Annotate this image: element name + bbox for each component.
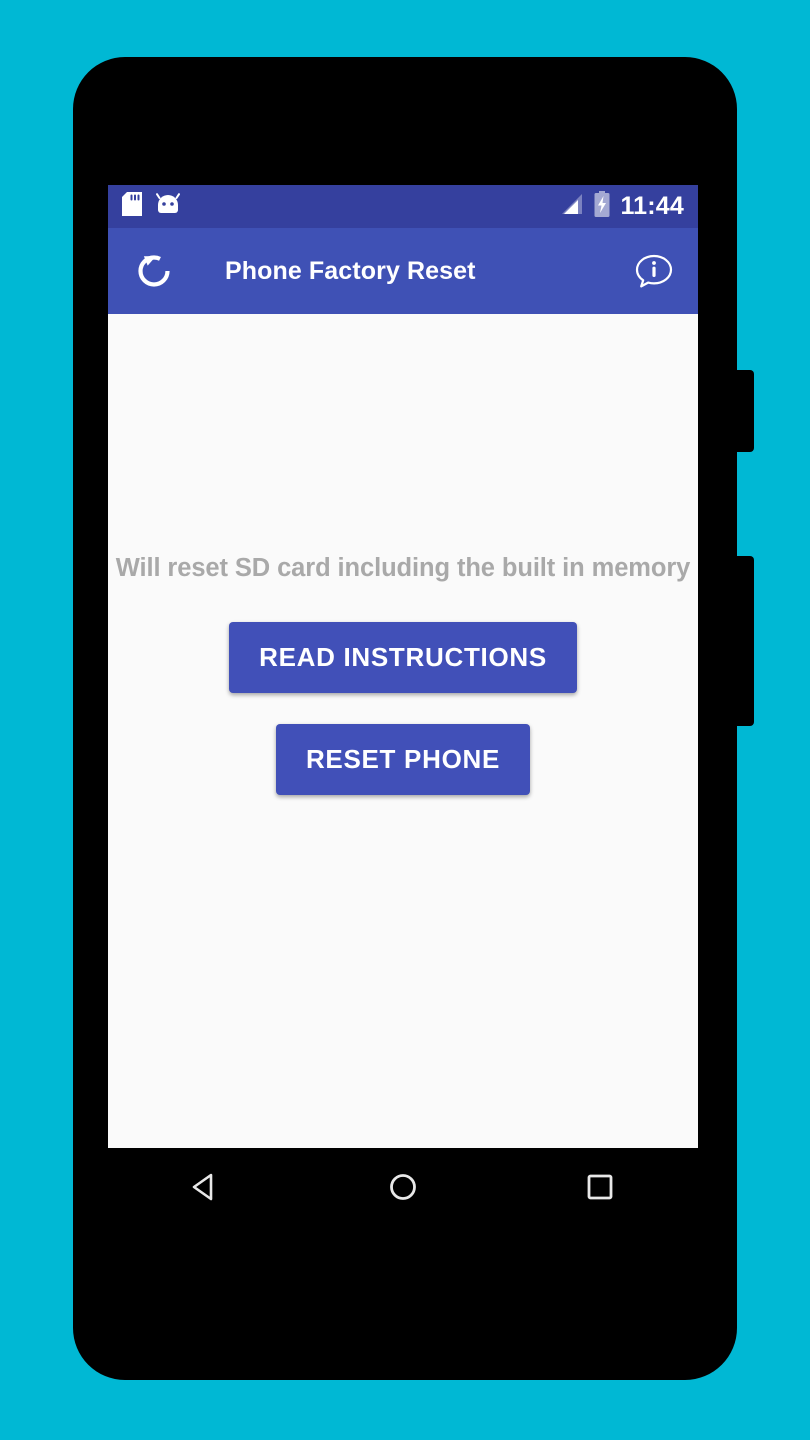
warning-message: Will reset SD card including the built i… xyxy=(115,554,691,582)
recents-button[interactable] xyxy=(560,1159,640,1219)
status-bar-right-icons: 11:44 xyxy=(558,191,684,222)
android-head-icon xyxy=(156,193,180,220)
status-bar: 11:44 xyxy=(108,185,698,228)
phone-screen: 11:44 Phone Factory Reset Will reset SD … xyxy=(108,185,698,1148)
circle-icon xyxy=(386,1170,420,1209)
triangle-left-icon xyxy=(189,1170,223,1209)
square-icon xyxy=(583,1170,617,1209)
info-bubble-icon[interactable] xyxy=(634,251,674,291)
home-button[interactable] xyxy=(363,1159,443,1219)
app-bar: Phone Factory Reset xyxy=(108,228,698,314)
status-bar-left-icons xyxy=(122,192,180,221)
status-bar-clock: 11:44 xyxy=(620,192,684,220)
battery-charging-icon xyxy=(593,191,611,222)
reset-phone-button[interactable]: RESET PHONE xyxy=(275,724,531,795)
read-instructions-button[interactable]: READ INSTRUCTIONS xyxy=(229,622,577,693)
navigation-bar xyxy=(108,1149,698,1229)
sd-card-icon xyxy=(122,192,142,221)
signal-bars-icon xyxy=(558,192,584,221)
main-content: Will reset SD card including the built i… xyxy=(108,314,698,1148)
refresh-reset-icon[interactable] xyxy=(132,249,176,293)
app-bar-title: Phone Factory Reset xyxy=(225,256,476,285)
back-button[interactable] xyxy=(166,1159,246,1219)
volume-button[interactable] xyxy=(737,556,754,726)
power-button[interactable] xyxy=(737,370,754,452)
